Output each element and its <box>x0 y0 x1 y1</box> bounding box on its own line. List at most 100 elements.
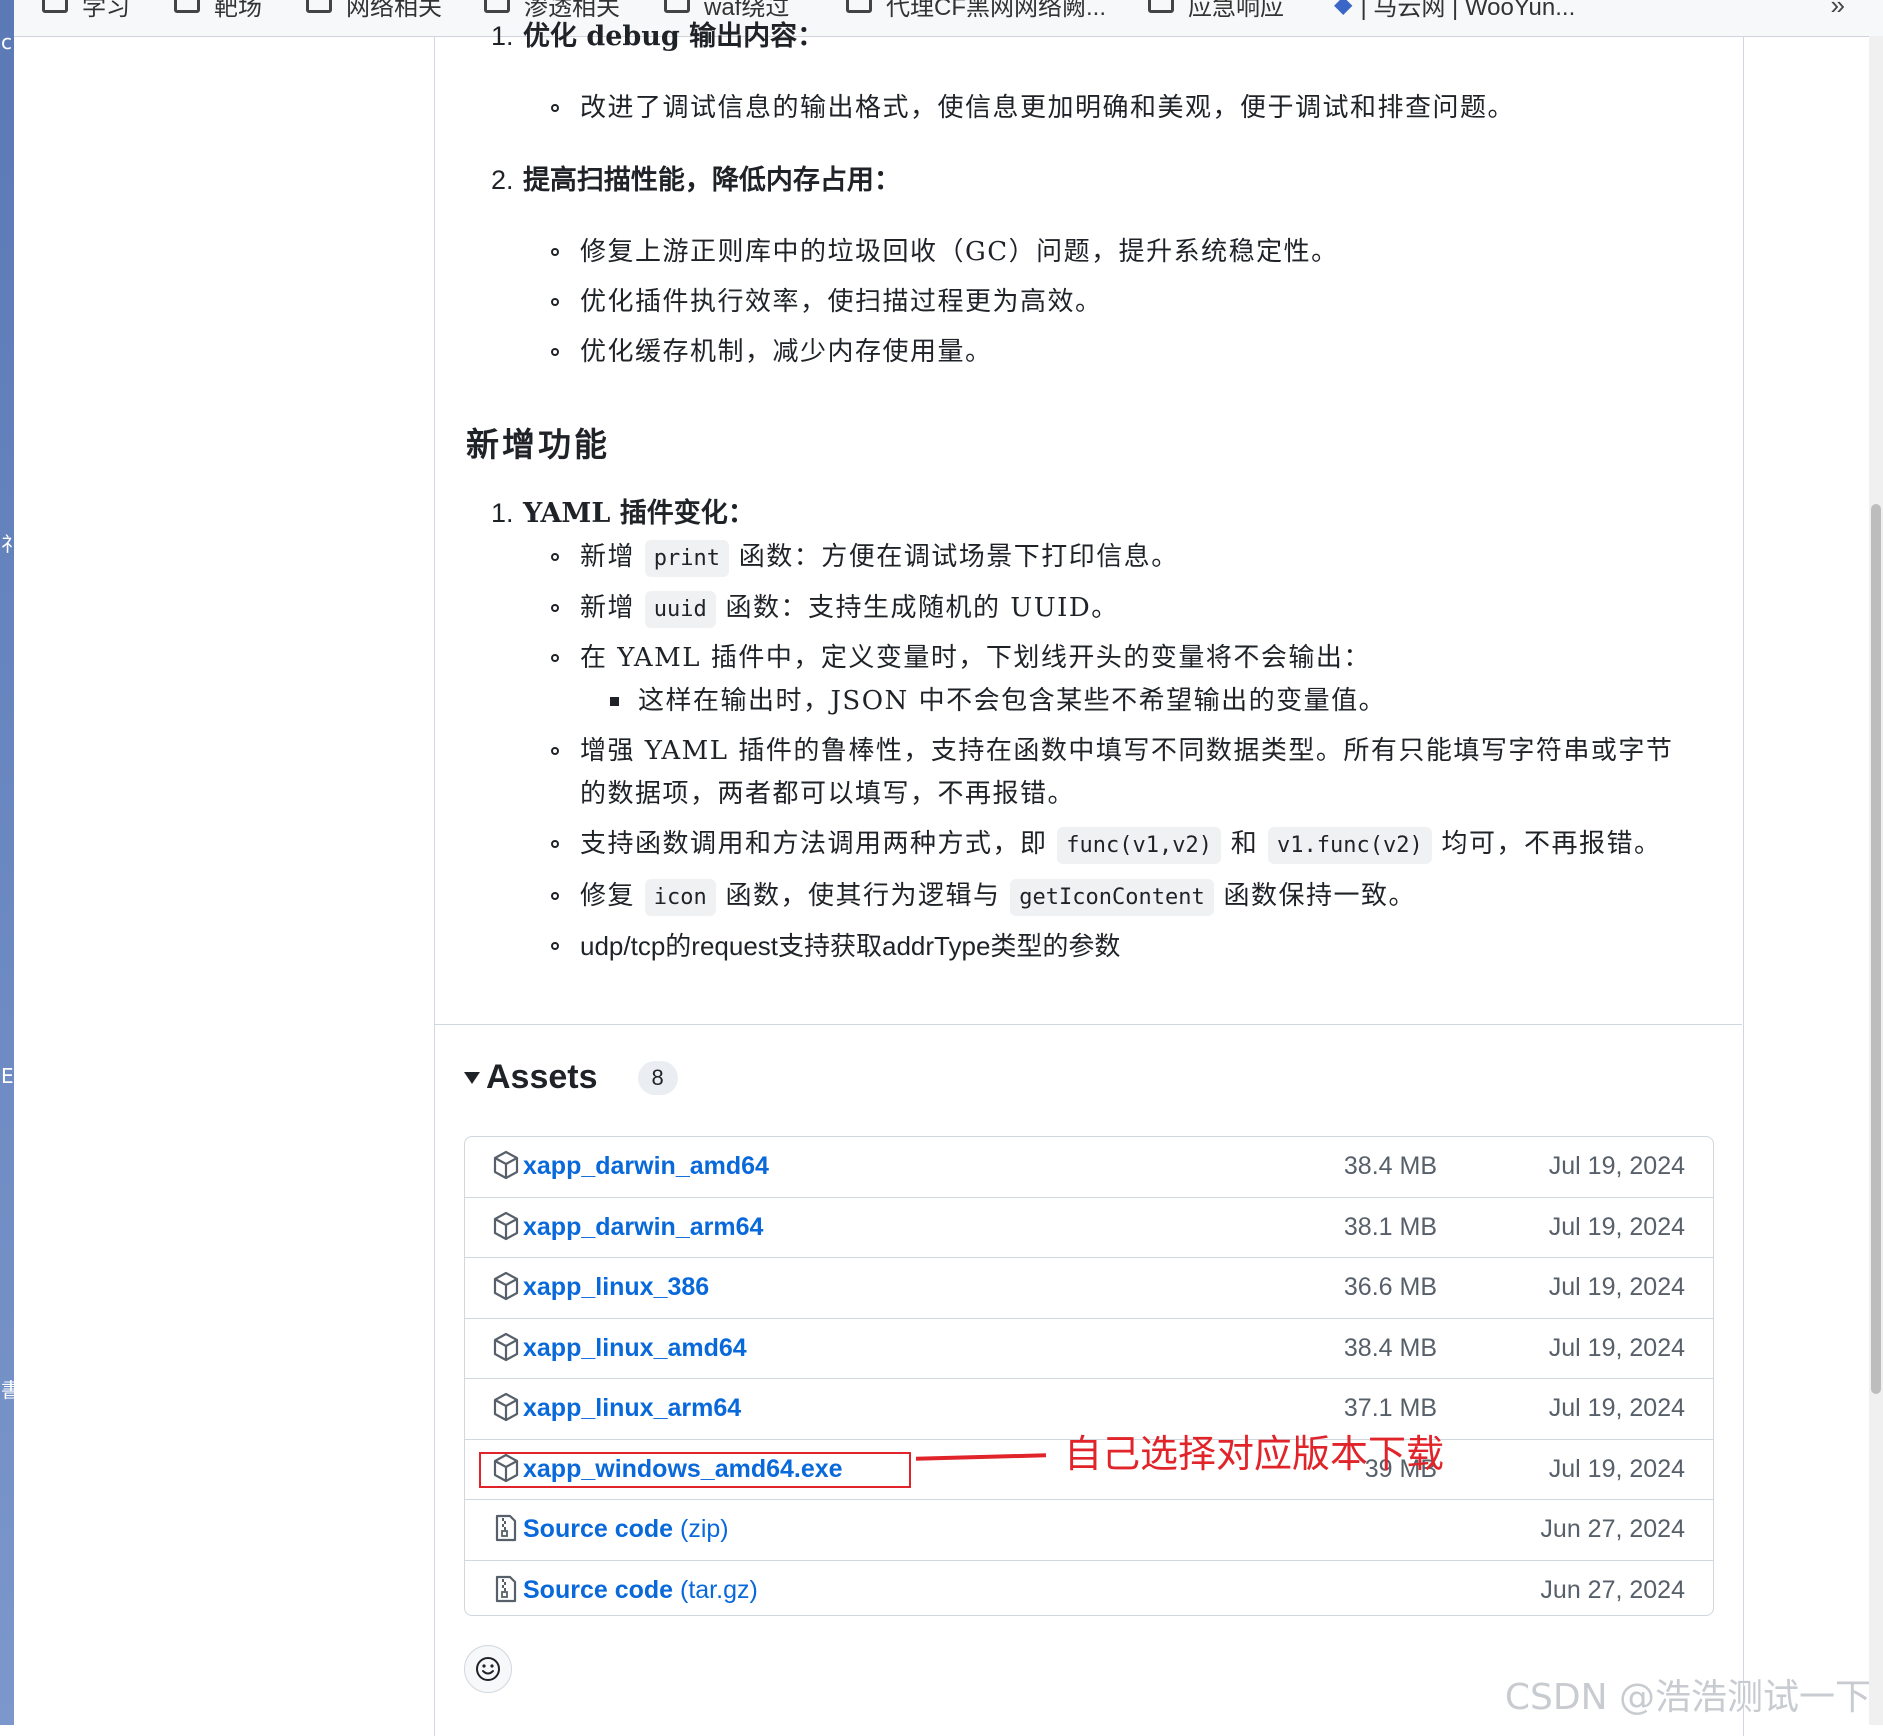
asset-row: Source code (zip) Jun 27, 2024 <box>465 1500 1713 1561</box>
asset-date: Jul 19, 2024 <box>1548 1152 1685 1180</box>
package-icon <box>493 1150 519 1180</box>
add-reaction-button[interactable] <box>464 1645 512 1693</box>
folder-icon <box>1148 0 1174 13</box>
bookmark-folder[interactable]: 网络相关 <box>306 0 442 22</box>
bullet <box>551 298 559 306</box>
bookmark-label: 网络相关 <box>346 0 442 21</box>
asset-date: Jul 19, 2024 <box>1548 1394 1685 1422</box>
bullet <box>551 553 559 561</box>
asset-date: Jul 19, 2024 <box>1548 1333 1685 1362</box>
list-item-continued: 的数据项，两者都可以填写，不再报错。 <box>580 779 1076 809</box>
inline-code: uuid <box>644 591 716 628</box>
file-zip-icon <box>493 1574 519 1604</box>
assets-title: Assets <box>486 1058 598 1096</box>
bullet <box>551 348 559 356</box>
bullet <box>551 892 559 900</box>
asset-link[interactable]: xapp_linux_arm64 <box>523 1394 741 1423</box>
bookmark-folder[interactable]: 靶场 <box>174 0 262 22</box>
package-icon <box>493 1332 519 1362</box>
asset-link[interactable]: xapp_darwin_arm64 <box>523 1213 763 1242</box>
list-heading: 1. 优化 debug 输出内容： <box>491 21 825 52</box>
list-item: 增强 YAML 插件的鲁棒性，支持在函数中填写不同数据类型。所有只能填写字符串或… <box>580 736 1674 766</box>
desktop-strip-char: c <box>1 30 12 54</box>
list-item: udp/tcp的request支持获取addrType类型的参数 <box>580 931 1121 961</box>
folder-icon <box>846 0 872 13</box>
list-item: 新增 uuid 函数：支持生成随机的 UUID。 <box>580 588 1119 630</box>
bullet <box>551 747 559 755</box>
bookmark-folder[interactable]: 代理CF黑网网络阙... <box>846 0 1106 22</box>
section-divider <box>434 1024 1742 1025</box>
watermark: CSDN @浩浩测试一下 <box>1504 1677 1871 1718</box>
bullet <box>551 604 559 612</box>
list-heading: 1. YAML 插件变化： <box>491 498 755 529</box>
bookmark-label: 靶场 <box>214 0 262 21</box>
asset-link[interactable]: xapp_linux_amd64 <box>523 1334 747 1363</box>
asset-date: Jul 19, 2024 <box>1548 1212 1685 1241</box>
bookmark-label: 应急响应 <box>1188 0 1284 21</box>
bullet <box>551 104 559 112</box>
desktop-strip-char: 書 <box>1 1378 21 1402</box>
bookmark-folder[interactable]: 学习 <box>42 0 130 22</box>
bullet <box>551 654 559 662</box>
bookmark-link[interactable]: ◆ | 马云网 | WooYun... <box>1334 0 1575 22</box>
asset-row: xapp_linux_amd64 38.4 MB Jul 19, 2024 <box>465 1319 1713 1379</box>
bookmark-label: 代理CF黑网网络阙... <box>886 0 1106 21</box>
bookmark-label: 学习 <box>82 0 130 21</box>
bookmarks-bar: 学习 靶场 网络相关 渗透相关 waf绕过 代理CF黑网网络阙... 应急响应 … <box>14 0 1883 37</box>
inline-code: getIconContent <box>1010 879 1214 916</box>
asset-link[interactable]: xapp_darwin_amd64 <box>523 1152 769 1181</box>
package-icon <box>493 1211 519 1241</box>
list-item: 支持函数调用和方法调用两种方式，即 func(v1,v2) 和 v1.func(… <box>580 824 1661 866</box>
assets-count-badge: 8 <box>637 1060 678 1095</box>
page-scrollbar[interactable] <box>1869 36 1883 1725</box>
folder-icon <box>174 0 200 13</box>
assets-toggle[interactable]: Assets 8 <box>464 1058 678 1097</box>
folder-icon <box>664 0 690 13</box>
inline-code: func(v1,v2) <box>1057 827 1221 864</box>
annotation-highlight-box <box>479 1452 911 1488</box>
asset-link[interactable]: Source code (zip) <box>523 1515 729 1544</box>
asset-row: xapp_linux_386 36.6 MB Jul 19, 2024 <box>465 1258 1713 1319</box>
inline-code: v1.func(v2) <box>1268 827 1432 864</box>
folder-icon <box>484 0 510 13</box>
inline-code: print <box>644 540 729 577</box>
file-zip-icon <box>493 1513 519 1543</box>
asset-link[interactable]: xapp_linux_386 <box>523 1273 709 1302</box>
asset-size: 37.1 MB <box>1343 1394 1437 1422</box>
list-item: 改进了调试信息的输出格式，使信息更加明确和美观，便于调试和排查问题。 <box>580 93 1516 123</box>
bookmarks-more-button[interactable]: » <box>1831 0 1845 21</box>
asset-date: Jun 27, 2024 <box>1540 1575 1685 1604</box>
package-icon <box>493 1271 519 1301</box>
caret-down-icon <box>464 1071 480 1084</box>
desktop-strip-char: E <box>1 1064 14 1088</box>
bookmark-label: | 马云网 | WooYun... <box>1360 0 1576 21</box>
list-item: 这样在输出时，JSON 中不会包含某些不希望输出的变量值。 <box>638 686 1387 716</box>
bookmark-folder[interactable]: 应急响应 <box>1148 0 1284 22</box>
asset-date: Jun 27, 2024 <box>1540 1515 1685 1543</box>
folder-icon <box>306 0 332 13</box>
bookmark-favicon: ◆ <box>1334 0 1353 18</box>
list-item: 在 YAML 插件中，定义变量时，下划线开头的变量将不会输出： <box>580 643 1371 673</box>
asset-link[interactable]: Source code (tar.gz) <box>523 1576 758 1605</box>
desktop-strip-char: 礻 <box>1 532 21 556</box>
scrollbar-thumb[interactable] <box>1871 504 1881 1394</box>
folder-icon <box>42 0 68 13</box>
asset-size: 36.6 MB <box>1343 1273 1437 1301</box>
asset-row: Source code (tar.gz) Jun 27, 2024 <box>465 1561 1713 1616</box>
asset-size: 38.1 MB <box>1343 1212 1437 1241</box>
section-title: 新增功能 <box>466 425 610 464</box>
desktop-strip: c 礻 E 書 <box>0 0 21 1725</box>
list-item: 修复 icon 函数，使其行为逻辑与 getIconContent 函数保持一致… <box>580 876 1416 918</box>
asset-size: 38.4 MB <box>1343 1152 1437 1180</box>
assets-list: xapp_darwin_amd64 38.4 MB Jul 19, 2024 xapp… <box>464 1136 1714 1616</box>
list-item: 优化插件执行效率，使扫描过程更为高效。 <box>580 287 1103 317</box>
bullet <box>551 942 559 950</box>
bullet <box>610 697 619 706</box>
package-icon <box>493 1392 519 1422</box>
asset-date: Jul 19, 2024 <box>1548 1454 1685 1483</box>
asset-row: xapp_darwin_arm64 38.1 MB Jul 19, 2024 <box>465 1198 1713 1258</box>
annotation-text: 自己选择对应版本下载 <box>1064 1432 1445 1476</box>
asset-size: 38.4 MB <box>1343 1333 1437 1362</box>
smiley-icon <box>476 1657 500 1681</box>
bullet <box>551 840 559 848</box>
